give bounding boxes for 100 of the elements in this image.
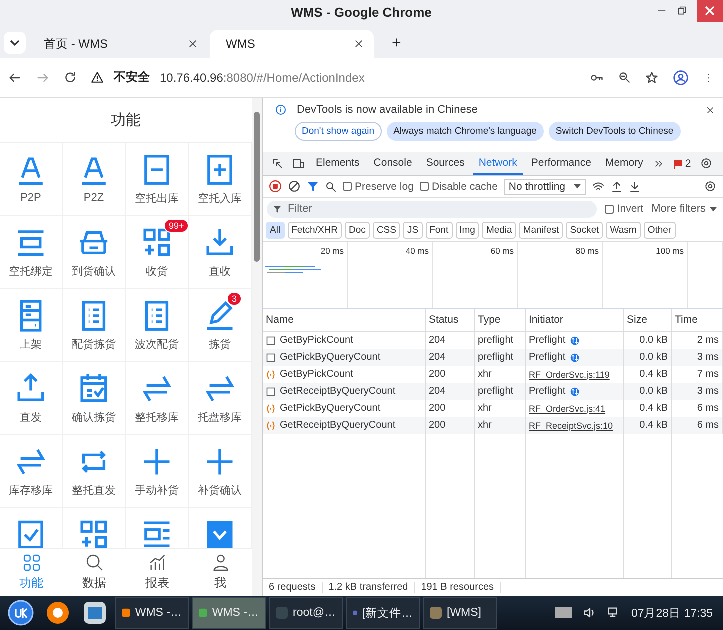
taskbar-window[interactable]: WMS -… [192,597,266,629]
type-filter-chip[interactable]: Doc [345,222,370,239]
type-filter-chip[interactable]: Font [426,222,453,239]
more-filters-button[interactable]: More filters [652,203,717,215]
initiator-text: Preflight [529,386,566,397]
type-filter-chip[interactable]: Img [456,222,480,239]
search-icon [84,553,104,573]
notice-button[interactable]: Always match Chrome's language [386,122,544,141]
settings-icon[interactable] [704,180,717,193]
clear-icon[interactable] [288,180,301,193]
type-filter-chip[interactable]: CSS [372,222,400,239]
throttling-dropdown[interactable]: No throttling [504,178,586,194]
panel-tab[interactable]: Elements [310,152,366,175]
clock[interactable]: 07月28日 17:35 [631,606,713,620]
document-icon [266,386,276,396]
request-name[interactable]: GetByPickCount [280,369,354,380]
nav-tab[interactable]: 数据 [63,549,126,596]
function-tile[interactable]: 库存移库 [0,435,63,508]
request-name[interactable]: GetByPickCount [280,335,354,346]
security-label[interactable]: 不安全 [114,69,150,86]
function-tile[interactable]: 直发 [0,362,63,435]
start-menu-icon[interactable] [8,600,34,626]
url-text[interactable]: 10.76.40.96:8080/#/Home/ActionIndex [160,70,365,84]
type-filter-chip[interactable]: JS [403,222,423,239]
request-name[interactable]: GetPickByQueryCount [280,403,381,414]
checkbox[interactable]: Preserve log [343,180,414,192]
browser-tab[interactable]: WMS [210,30,374,58]
type-filter-chip[interactable]: Other [644,222,676,239]
function-tile[interactable]: 到货确认 [63,216,126,289]
preflight-icon[interactable] [570,352,580,362]
function-tile[interactable]: P2Z [63,143,126,216]
type-filter-chip[interactable]: Media [482,222,516,239]
function-tile[interactable]: 确认拣货 [63,362,126,435]
filter-field[interactable]: Filter [267,200,598,218]
close-icon[interactable] [706,106,715,114]
close-icon[interactable] [188,39,198,49]
xhr-icon [266,420,276,430]
timeline-tick: 80 ms [576,246,599,257]
taskbar-window[interactable]: [WMS] [423,597,497,629]
taskbar-window[interactable]: [新文件… [346,597,420,629]
notice-button[interactable]: Switch DevTools to Chinese [548,122,681,141]
function-tile[interactable]: 整托移库 [126,362,189,435]
initiator-link[interactable]: RF_OrderSvc.js:41 [529,404,606,414]
new-tab-button[interactable]: + [376,30,406,58]
nav-tab[interactable]: 我 [189,549,252,596]
type-filter-chip[interactable]: All [266,222,285,239]
preflight-icon[interactable] [570,386,580,396]
browser-tab[interactable]: 首页 - WMS [28,30,208,58]
function-tile[interactable]: 上架 [0,289,63,362]
inspect-icon[interactable] [272,158,284,170]
chevrons-right-icon[interactable] [654,158,664,168]
record-icon[interactable] [269,180,282,193]
wifi-settings-icon[interactable] [592,180,605,192]
close-icon[interactable] [697,0,723,22]
function-tile[interactable]: 配货拣货 [63,289,126,362]
function-tile[interactable]: 收货 99+ [126,216,189,289]
issues-counter[interactable]: 2 [669,152,696,175]
filter-icon[interactable] [307,180,319,192]
function-tile[interactable]: 波次配货 [126,289,189,362]
window-title: WMS - Google Chrome [291,4,432,20]
restore-icon[interactable] [677,6,687,16]
search-icon[interactable] [325,180,337,192]
device-icon[interactable] [292,158,305,170]
profile-icon[interactable] [673,70,689,86]
panel-tab[interactable]: Sources [420,152,471,175]
type-filter-chip[interactable]: Socket [566,222,604,239]
checkbox[interactable]: Disable cache [420,180,498,192]
taskbar-window[interactable]: root@… [269,597,343,629]
checkbox[interactable]: Invert [605,203,644,215]
settings-icon[interactable] [700,157,714,170]
panel-tab[interactable]: Console [368,152,418,175]
function-tile[interactable]: P2P [0,143,63,216]
function-tile[interactable]: 空托绑定 [0,216,63,289]
download-icon[interactable] [628,180,641,192]
panel-tab[interactable]: Performance [525,152,598,175]
type-filter-chip[interactable]: Fetch/XHR [288,222,342,239]
initiator-link[interactable]: RF_OrderSvc.js:119 [529,370,610,380]
function-tile[interactable]: 空托出库 [126,143,189,216]
type-filter-chip[interactable]: Manifest [519,222,564,239]
preflight-icon[interactable] [570,336,580,346]
size-value: 0.0 kB [640,352,668,363]
panel-tab[interactable]: Network [472,152,524,175]
browser-icon[interactable] [46,601,70,625]
type-filter-chip[interactable]: Wasm [606,222,641,239]
function-tile[interactable]: 手动补货 [126,435,189,508]
star-icon[interactable] [645,70,659,84]
nav-tab[interactable]: 功能 [0,549,63,596]
app-icon[interactable] [83,601,107,625]
tab-search-icon[interactable] [4,32,26,54]
panel-tab[interactable]: Memory [599,152,650,175]
request-type: preflight [478,335,514,346]
scrollbar[interactable] [252,98,262,596]
zoom-icon[interactable] [618,71,631,84]
taskbar-window[interactable]: WMS -… [115,597,189,629]
nav-tab[interactable]: 报表 [126,549,189,596]
close-icon[interactable] [354,39,364,49]
upload-icon[interactable] [610,180,623,192]
function-tile[interactable]: 整托直发 [63,435,126,508]
notice-button[interactable]: Don't show again [295,122,382,141]
reload-icon[interactable] [64,71,77,84]
